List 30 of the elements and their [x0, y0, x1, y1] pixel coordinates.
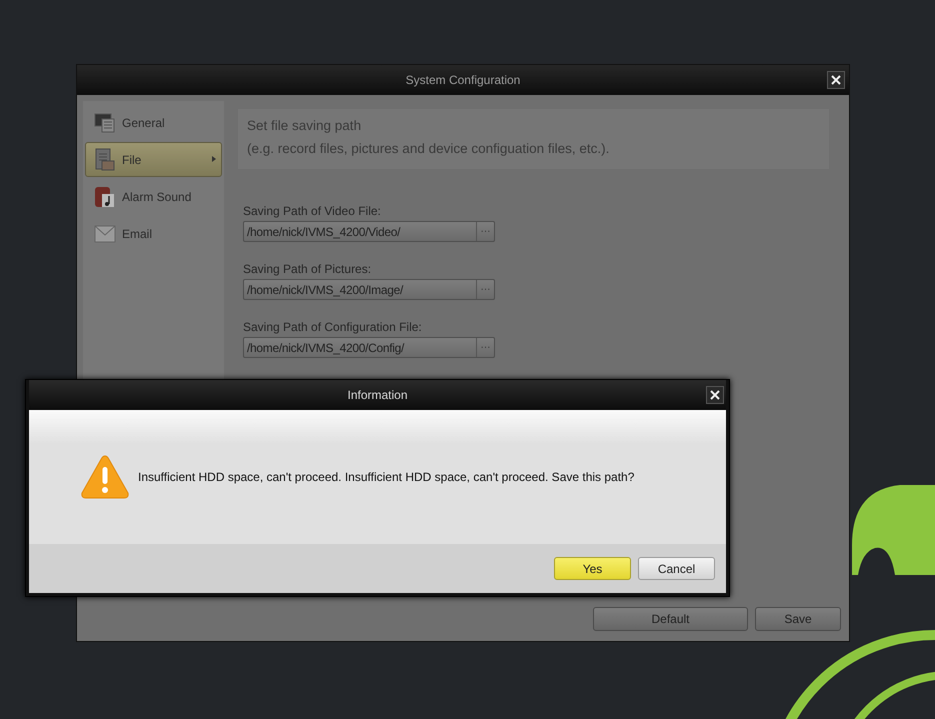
browse-button[interactable]: ···: [476, 280, 494, 299]
close-icon[interactable]: [827, 71, 845, 89]
cancel-button[interactable]: Cancel: [638, 557, 715, 580]
yes-button[interactable]: Yes: [554, 557, 631, 580]
panel-hint: (e.g. record files, pictures and device configuation files, etc.).: [247, 141, 610, 156]
panel-title: Set file saving path: [247, 118, 362, 133]
browse-button[interactable]: ···: [476, 222, 494, 241]
path-field[interactable]: /home/nick/IVMS_4200/Video/ ···: [243, 221, 495, 242]
path-field[interactable]: /home/nick/IVMS_4200/Config/ ···: [243, 337, 495, 358]
warning-icon: [80, 454, 130, 500]
browse-button[interactable]: ···: [476, 338, 494, 357]
sidebar-item[interactable]: File: [85, 142, 222, 177]
field-label: Saving Path of Configuration File:: [243, 319, 423, 336]
arrow-icon: [212, 156, 216, 162]
close-icon[interactable]: [706, 386, 724, 404]
field-label: Saving Path of Video File:: [243, 203, 382, 220]
default-button[interactable]: Default: [593, 606, 748, 630]
sidebar-item[interactable]: Email: [85, 216, 222, 251]
field-label: Saving Path of Pictures:: [243, 261, 372, 278]
save-button[interactable]: Save: [755, 606, 841, 630]
file-icon: [94, 148, 116, 172]
sidebar-item[interactable]: Alarm Sound: [85, 179, 222, 214]
dialog-message: Insufficient HDD space, can't proceed. Insufficient HDD space, can't proceed. Save this path?: [138, 470, 634, 484]
window-title: System Configuration: [406, 73, 520, 87]
music-note-icon: [94, 184, 116, 208]
envelope-icon: [94, 224, 116, 242]
monitor-icon: [94, 112, 116, 132]
sidebar-item[interactable]: General: [85, 105, 222, 140]
dialog-title: Information: [347, 388, 408, 402]
path-field[interactable]: /home/nick/IVMS_4200/Image/ ···: [243, 279, 495, 300]
